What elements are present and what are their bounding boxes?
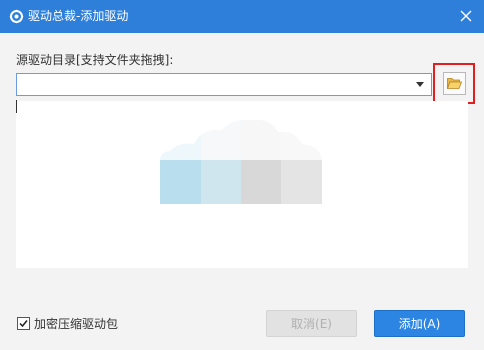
source-directory-combobox[interactable] <box>16 73 432 96</box>
window-title: 驱动总裁-添加驱动 <box>28 9 129 23</box>
title-bar: 驱动总裁-添加驱动 <box>0 0 484 33</box>
source-directory-label: 源驱动目录[支持文件夹拖拽]: <box>16 53 174 67</box>
cancel-button[interactable]: 取消(E) <box>266 310 357 337</box>
driver-list-area[interactable] <box>16 101 468 268</box>
text-caret <box>16 100 17 113</box>
cloud-icon <box>160 119 322 204</box>
add-driver-dialog: 驱动总裁-添加驱动 源驱动目录[支持文件夹拖拽]: 加密压缩驱动包 取消(E) … <box>0 0 484 350</box>
encrypt-compress-checkbox[interactable] <box>17 317 30 330</box>
folder-open-icon <box>447 78 462 89</box>
add-button[interactable]: 添加(A) <box>374 310 465 337</box>
gear-refresh-icon <box>9 9 24 24</box>
chevron-down-icon <box>416 82 424 87</box>
close-icon <box>460 10 472 22</box>
checkmark-icon <box>19 320 28 328</box>
dropdown-button[interactable] <box>411 75 429 94</box>
browse-folder-button[interactable] <box>443 72 466 95</box>
close-button[interactable] <box>454 4 478 28</box>
source-directory-input[interactable] <box>19 75 413 94</box>
encrypt-compress-label: 加密压缩驱动包 <box>34 317 119 331</box>
